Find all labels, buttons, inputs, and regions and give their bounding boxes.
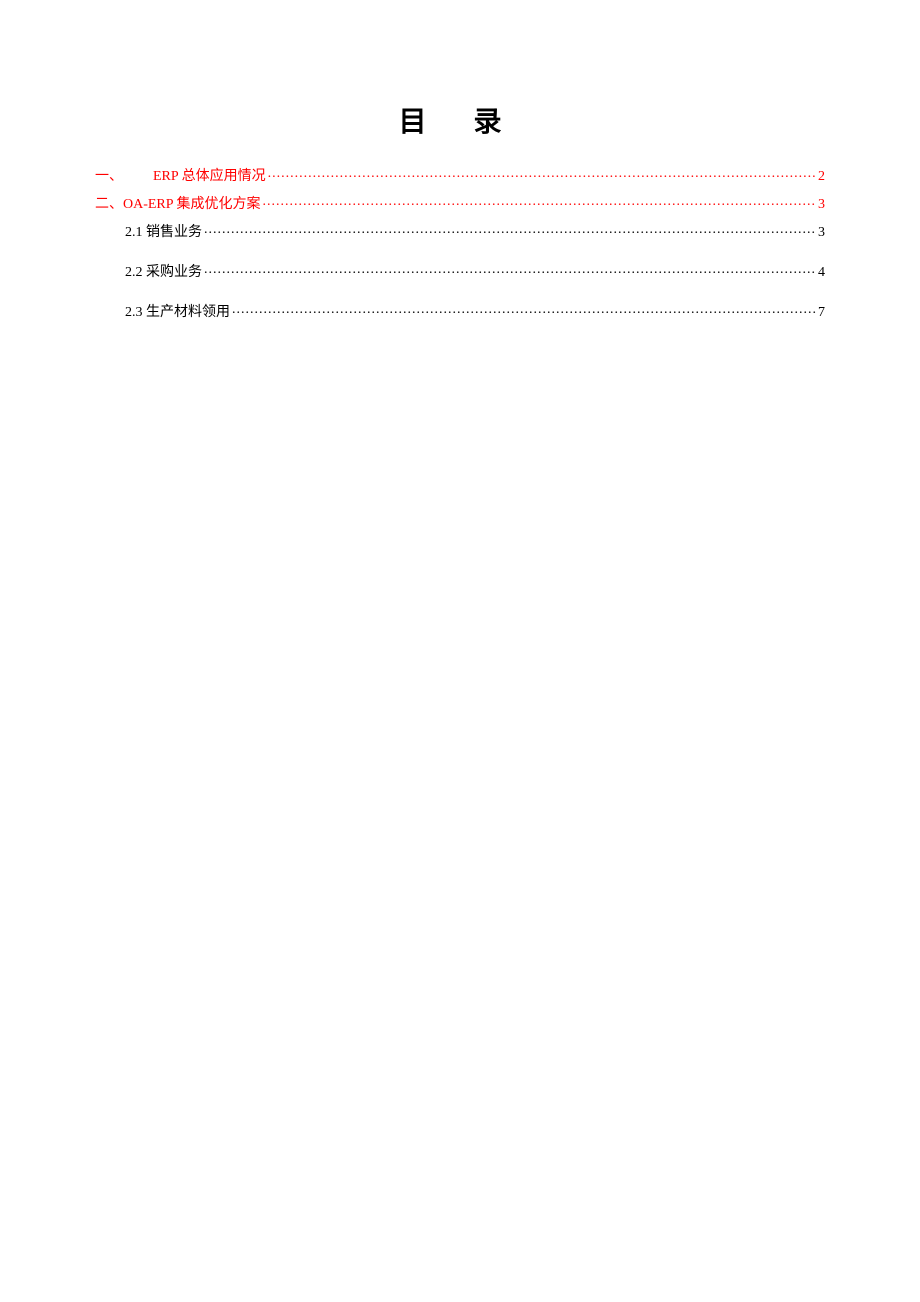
toc-leader — [204, 222, 816, 236]
toc-container: 一、 ERP 总体应用情况 2 二、OA-ERP 集成优化方案 3 2.1 销售业… — [95, 165, 825, 321]
toc-leader — [268, 166, 816, 180]
toc-leader — [232, 302, 816, 316]
toc-entry-level1: 一、 ERP 总体应用情况 2 — [95, 165, 825, 185]
toc-label: 二、OA-ERP 集成优化方案 — [95, 193, 261, 213]
toc-entry-level2: 2.1 销售业务 3 — [125, 221, 825, 241]
toc-page: 3 — [818, 225, 825, 241]
toc-entry-level1: 二、OA-ERP 集成优化方案 3 — [95, 193, 825, 213]
toc-entry-level2: 2.2 采购业务 4 — [125, 261, 825, 281]
toc-page: 4 — [818, 265, 825, 281]
toc-label-prefix: 一、 — [95, 169, 123, 184]
toc-label: 2.3 生产材料领用 — [125, 301, 230, 321]
toc-page: 2 — [818, 169, 825, 185]
toc-page: 7 — [818, 305, 825, 321]
page-title: 目 录 — [95, 100, 825, 140]
toc-label: 2.2 采购业务 — [125, 261, 202, 281]
toc-leader — [204, 262, 816, 276]
toc-label-text: ERP 总体应用情况 — [153, 169, 266, 184]
toc-label: 一、 ERP 总体应用情况 — [95, 165, 266, 185]
toc-entry-level2: 2.3 生产材料领用 7 — [125, 301, 825, 321]
toc-leader — [263, 194, 816, 208]
toc-page: 3 — [818, 197, 825, 213]
toc-label: 2.1 销售业务 — [125, 221, 202, 241]
